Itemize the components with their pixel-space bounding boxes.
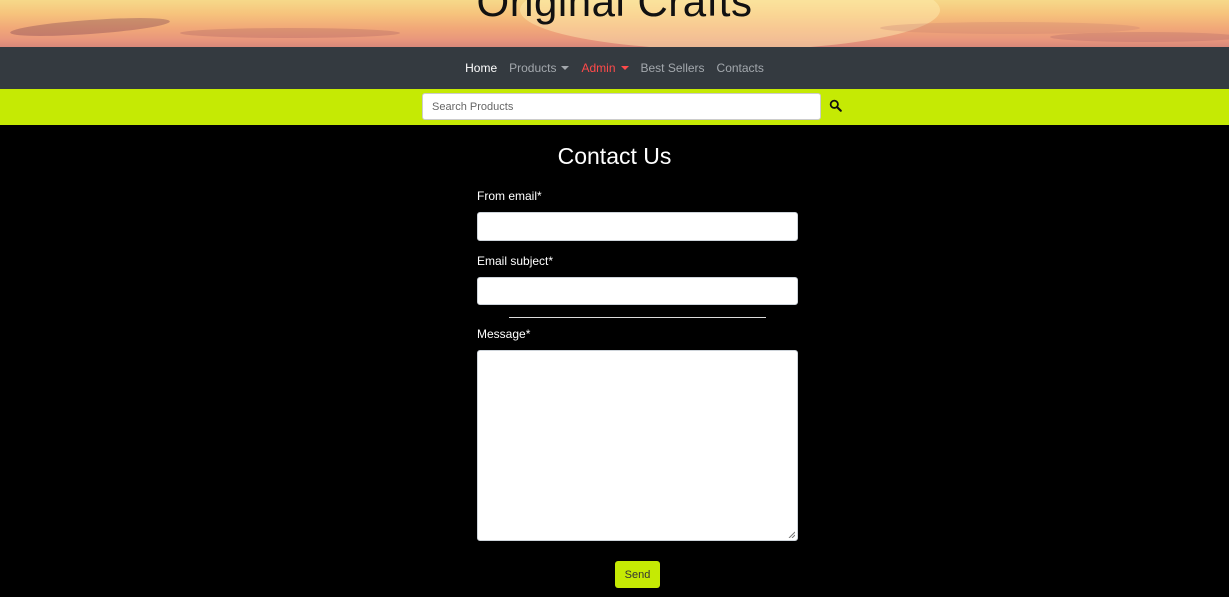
banner-cloud	[1050, 32, 1229, 42]
search-button[interactable]	[829, 99, 845, 115]
header-banner: Original Crafts	[0, 0, 1229, 47]
nav-products-dropdown[interactable]: Products	[509, 61, 570, 75]
search-bar	[0, 89, 1229, 125]
send-button[interactable]: Send	[615, 561, 660, 588]
chevron-down-icon	[561, 66, 570, 70]
resize-grip-icon[interactable]	[788, 531, 795, 538]
send-button-label: Send	[624, 568, 651, 581]
nav-best-sellers[interactable]: Best Sellers	[641, 61, 705, 75]
search-input[interactable]	[422, 93, 821, 120]
nav-products-label: Products	[509, 61, 557, 75]
from-email-label: From email*	[477, 189, 542, 203]
email-subject-field[interactable]	[477, 277, 798, 305]
from-email-field[interactable]	[477, 212, 798, 241]
message-textarea[interactable]	[477, 350, 798, 541]
contact-section: Contact Us From email* Email subject* Me…	[0, 125, 1229, 597]
nav-contacts[interactable]: Contacts	[717, 61, 764, 75]
main-navbar: Home Products Admin Best Sellers Contact…	[0, 47, 1229, 89]
nav-best-sellers-label: Best Sellers	[640, 61, 705, 75]
message-label: Message*	[477, 327, 531, 341]
site-title: Original Crafts	[476, 0, 753, 25]
nav-admin-label: Admin	[581, 61, 616, 75]
email-subject-label: Email subject*	[477, 254, 554, 268]
banner-cloud	[180, 28, 400, 38]
divider	[509, 317, 766, 318]
nav-contacts-label: Contacts	[716, 61, 764, 75]
search-icon	[829, 99, 842, 112]
page-title: Contact Us	[557, 143, 672, 169]
chevron-down-icon	[620, 66, 629, 70]
nav-home-label: Home	[465, 61, 498, 75]
nav-admin-dropdown[interactable]: Admin	[581, 61, 629, 75]
nav-home[interactable]: Home	[465, 61, 497, 75]
